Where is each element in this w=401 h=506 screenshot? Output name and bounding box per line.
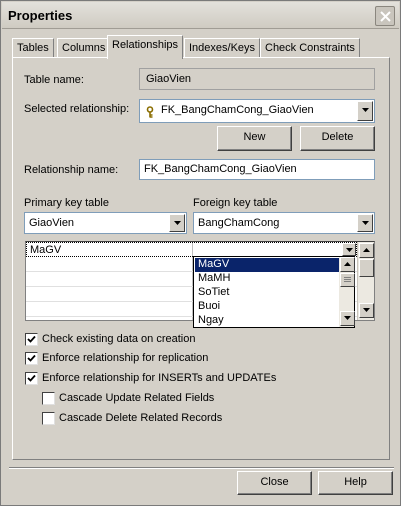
fk-column-cell[interactable] [194, 243, 356, 256]
primary-key-table-label: Primary key table [24, 197, 109, 209]
tab-indexes-keys[interactable]: Indexes/Keys [184, 38, 261, 58]
selected-relationship-value: FK_BangChamCong_GiaoVien [161, 104, 314, 116]
close-button[interactable]: Close [237, 471, 312, 495]
list-item[interactable]: Ngay [195, 314, 340, 328]
checkmark-icon [27, 335, 36, 343]
scroll-thumb[interactable] [340, 273, 355, 287]
enforce-insert-update-checkbox[interactable] [25, 372, 38, 385]
button-label: Help [344, 476, 367, 488]
list-item[interactable]: Buoi [195, 300, 340, 314]
enforce-insert-update-label: Enforce relationship for INSERTs and UPD… [42, 372, 277, 384]
option-label: MaGV [198, 258, 230, 270]
dropdown-scrollbar[interactable] [339, 257, 355, 327]
foreign-key-table-value: BangChamCong [198, 217, 280, 229]
relationship-name-label: Relationship name: [24, 164, 119, 176]
table-name-label: Table name: [24, 74, 84, 86]
chevron-up-icon [344, 262, 351, 266]
enforce-replication-label: Enforce relationship for replication [42, 352, 209, 364]
list-item[interactable]: SoTiet [195, 286, 340, 300]
chevron-down-icon [363, 308, 370, 312]
table-name-value: GiaoVien [146, 73, 192, 85]
chevron-down-icon [362, 108, 369, 112]
checkmark-icon [27, 374, 36, 382]
option-label: MaMH [198, 272, 231, 284]
help-button[interactable]: Help [318, 471, 393, 495]
tab-check-constraints[interactable]: Check Constraints [260, 38, 360, 58]
dropdown-arrow[interactable] [357, 101, 373, 121]
option-label: SoTiet [198, 286, 230, 298]
dropdown-arrow[interactable] [169, 214, 185, 232]
fk-dropdown-button[interactable] [342, 243, 356, 256]
tab-label: Tables [17, 42, 49, 54]
enforce-replication-checkbox[interactable] [25, 352, 38, 365]
tab-tables[interactable]: Tables [12, 38, 54, 58]
tab-label: Indexes/Keys [189, 42, 256, 54]
primary-key-table-value: GiaoVien [29, 217, 75, 229]
title-bar[interactable]: Properties [2, 2, 399, 29]
fk-column-dropdown-list[interactable]: MaGV MaMH SoTiet Buoi Ngay [193, 256, 355, 328]
scroll-down-button[interactable] [340, 311, 355, 326]
scroll-up-button[interactable] [359, 243, 374, 258]
selected-relationship-label: Selected relationship: [24, 103, 130, 115]
list-item[interactable]: MaGV [195, 258, 340, 272]
footer-divider [9, 467, 394, 469]
cascade-delete-checkbox[interactable] [42, 412, 55, 425]
foreign-key-table-label: Foreign key table [193, 197, 278, 209]
selected-relationship-select[interactable]: FK_BangChamCong_GiaoVien [139, 99, 375, 123]
relationship-name-input[interactable]: FK_BangChamCong_GiaoVien [139, 159, 375, 180]
cascade-update-checkbox[interactable] [42, 392, 55, 405]
foreign-key-table-select[interactable]: BangChamCong [193, 212, 375, 234]
button-label: Close [260, 476, 289, 488]
chevron-down-icon [174, 221, 181, 225]
check-existing-data-checkbox[interactable] [25, 333, 38, 346]
key-icon [146, 106, 154, 118]
window-title: Properties [8, 8, 73, 23]
close-icon [380, 11, 391, 22]
new-button[interactable]: New [217, 126, 292, 151]
cascade-update-label: Cascade Update Related Fields [59, 392, 215, 404]
chevron-down-icon [362, 221, 369, 225]
delete-button[interactable]: Delete [300, 126, 375, 151]
chevron-down-icon [344, 316, 351, 320]
grip-icon [344, 277, 351, 282]
grid-scrollbar[interactable] [357, 242, 374, 320]
close-window-button[interactable] [375, 6, 395, 26]
chevron-up-icon [363, 248, 370, 252]
cascade-delete-label: Cascade Delete Related Records [59, 412, 223, 424]
option-label: Ngay [198, 314, 224, 326]
checkmark-icon [27, 354, 36, 362]
tab-relationships[interactable]: Relationships [107, 35, 184, 59]
properties-window: Properties Tables Columns Relationships … [0, 0, 401, 506]
tab-label: Check Constraints [265, 42, 355, 54]
dropdown-arrow[interactable] [357, 214, 373, 232]
scroll-down-button[interactable] [359, 303, 374, 318]
check-existing-data-label: Check existing data on creation [42, 333, 196, 345]
button-label: Delete [321, 131, 354, 143]
tab-label: Columns [62, 42, 106, 54]
button-label: New [243, 131, 266, 143]
option-label: Buoi [198, 300, 221, 312]
list-item[interactable]: MaMH [195, 272, 340, 286]
table-row[interactable]: MaGV [26, 242, 357, 257]
scroll-thumb[interactable] [359, 259, 374, 277]
tab-label: Relationships [112, 39, 179, 51]
relationship-name-value: FK_BangChamCong_GiaoVien [144, 163, 297, 175]
chevron-down-icon [346, 248, 353, 252]
tab-columns[interactable]: Columns [57, 38, 111, 58]
primary-key-table-select[interactable]: GiaoVien [24, 212, 187, 234]
scroll-up-button[interactable] [340, 257, 355, 272]
table-name-field: GiaoVien [139, 68, 375, 90]
pk-column-cell[interactable]: MaGV [30, 244, 61, 256]
